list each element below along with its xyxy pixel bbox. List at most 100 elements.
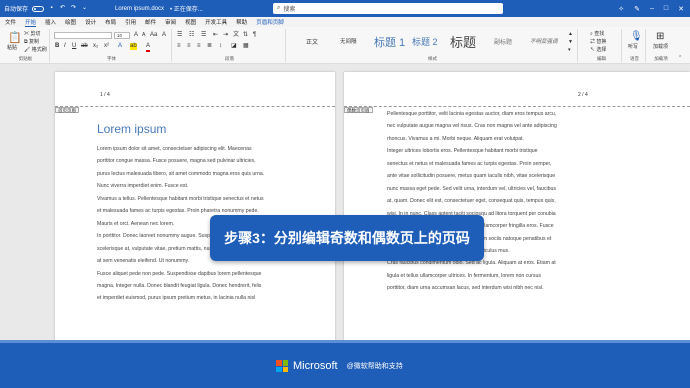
styles-scroll-up-icon[interactable]: ▲ — [568, 31, 573, 38]
save-icon[interactable]: ▪ — [48, 5, 55, 12]
line-spacing-icon[interactable]: ↕ — [219, 43, 222, 50]
tab-review[interactable]: 审阅 — [165, 18, 176, 26]
cut-button[interactable]: ✂ 剪切 — [24, 31, 40, 38]
addins-button-label[interactable]: 加载项 — [653, 44, 668, 51]
header-tag[interactable]: 首页页眉 — [55, 107, 79, 113]
paragraph-group: ☰ ☷ ☰ ⇤ ⇥ 文 ⇅ ¶ ≡ ≡ ≡ ≣ ↕ ◪ ▦ 段落 — [174, 29, 286, 62]
select-button[interactable]: ↖ 选择 — [590, 47, 606, 54]
styles-more-icon[interactable]: ▾ — [568, 47, 571, 54]
quick-access-toolbar: 自动保存 ▪ ↶ ↷ ⌄ — [0, 4, 105, 13]
microphone-icon[interactable]: 🎙 — [630, 31, 643, 42]
tab-layout[interactable]: 布局 — [105, 18, 116, 26]
select-icon: ↖ — [590, 47, 596, 53]
change-case-icon[interactable]: Aa — [150, 32, 157, 39]
autosave-toggle[interactable] — [32, 5, 45, 12]
style-title[interactable]: 标题 — [450, 32, 476, 51]
tab-view[interactable]: 视图 — [185, 18, 196, 26]
font-size-field[interactable]: 10 — [114, 32, 130, 39]
multilevel-list-icon[interactable]: ☰ — [201, 32, 206, 39]
tab-home[interactable]: 开始 — [25, 18, 37, 27]
header-tag[interactable]: 偶数页页眉 — [344, 107, 373, 113]
align-left-icon[interactable]: ≡ — [177, 43, 181, 50]
sort-icon[interactable]: ⇅ — [243, 32, 248, 39]
font-color-icon[interactable]: A — [146, 43, 151, 52]
tab-design[interactable]: 设计 — [85, 18, 96, 26]
page-number: 1 / 4 — [100, 92, 110, 98]
borders-icon[interactable]: ▦ — [243, 43, 249, 50]
text-line: Pellentesque porttitor, velit lacinia eg… — [387, 111, 557, 117]
voice-group-label: 语音 — [630, 56, 639, 61]
grow-font-icon[interactable]: A — [134, 32, 138, 39]
text-line: Vivamus a tellus. Pellentesque habitant … — [97, 195, 264, 202]
bold-icon[interactable]: B — [55, 43, 59, 50]
replace-icon: ⇄ — [590, 39, 596, 45]
clear-format-icon[interactable]: A — [162, 32, 166, 39]
find-button[interactable]: ⌕ 查找 — [590, 31, 604, 38]
page-left: 1 / 4 首页页眉 Lorem ipsum Lorem ipsum dolor… — [55, 72, 335, 340]
bullets-icon[interactable]: ☰ — [177, 32, 182, 39]
numbering-icon[interactable]: ☷ — [189, 32, 194, 39]
minimize-icon[interactable]: – — [650, 5, 654, 12]
text-line: senectus et netus et malesuada fames ac … — [387, 160, 552, 167]
decrease-indent-icon[interactable]: ⇤ — [213, 32, 218, 39]
addins-icon[interactable]: ⊞ — [656, 31, 664, 42]
collapse-ribbon-icon[interactable]: ⌃ — [678, 55, 682, 62]
redo-icon[interactable]: ↷ — [70, 5, 77, 12]
shrink-font-icon[interactable]: A — [142, 32, 145, 39]
text-line: Fusce aliquet pede non pede. Suspendisse… — [97, 270, 262, 277]
style-no-spacing[interactable]: 无间隔 — [340, 37, 357, 45]
paste-icon[interactable]: 📋 — [8, 32, 22, 44]
strikethrough-icon[interactable]: ab — [81, 43, 88, 50]
support-handle: @微软帮助和支持 — [346, 363, 403, 370]
tab-developer[interactable]: 开发工具 — [205, 18, 227, 26]
chinese-layout-icon[interactable]: 文 — [233, 32, 239, 39]
search-box[interactable]: ⌕ 搜索 — [273, 3, 503, 14]
style-heading1[interactable]: 标题 1 — [374, 34, 405, 50]
shading-icon[interactable]: ◪ — [231, 43, 237, 50]
logo-square-green — [282, 360, 288, 366]
lightbulb-icon[interactable]: ✧ — [618, 5, 624, 13]
ribbon: 📋 粘贴 ✂ 剪切 ⧉ 复制 🖌 格式刷 剪贴板 10 A A Aa A B I… — [0, 27, 690, 64]
italic-icon[interactable]: I — [64, 43, 66, 50]
subscript-icon[interactable]: x₂ — [93, 43, 98, 50]
style-subtitle[interactable]: 副标题 — [494, 37, 512, 46]
format-painter-button[interactable]: 🖌 格式刷 — [24, 47, 47, 54]
tab-insert[interactable]: 插入 — [45, 18, 56, 26]
dictate-label[interactable]: 听写 — [628, 44, 638, 51]
microsoft-branding: Microsoft @微软帮助和支持 — [276, 360, 403, 372]
styles-scroll-down-icon[interactable]: ▼ — [568, 39, 573, 46]
tab-header-footer[interactable]: 页眉和页脚 — [256, 18, 284, 26]
underline-icon[interactable]: U — [72, 43, 76, 50]
text-line: nunc massa eget pede. Sed velit urna, in… — [387, 185, 556, 192]
tab-file[interactable]: 文件 — [5, 18, 16, 26]
show-marks-icon[interactable]: ¶ — [253, 32, 256, 39]
style-normal[interactable]: 正文 — [306, 37, 318, 46]
superscript-icon[interactable]: x² — [104, 43, 109, 50]
maximize-icon[interactable]: □ — [664, 5, 668, 12]
tab-references[interactable]: 引用 — [125, 18, 136, 26]
style-heading2[interactable]: 标题 2 — [412, 35, 438, 48]
header-boundary — [55, 106, 335, 107]
more-icon[interactable]: ⌄ — [81, 5, 88, 12]
paste-label[interactable]: 粘贴 — [7, 45, 17, 52]
pen-icon[interactable]: ✎ — [634, 5, 640, 13]
text-line: et imperdiet euismod, purus ipsum pretiu… — [97, 295, 256, 302]
justify-icon[interactable]: ≣ — [207, 43, 212, 50]
font-name-field[interactable] — [54, 32, 112, 39]
copy-label: 复制 — [28, 39, 39, 45]
undo-icon[interactable]: ↶ — [59, 5, 66, 12]
style-subtle-emphasis[interactable]: 不明显强调 — [530, 37, 558, 45]
text-line: porttitor congue massa. Fusce posuere, m… — [97, 158, 256, 165]
text-effects-icon[interactable]: A — [118, 43, 122, 50]
increase-indent-icon[interactable]: ⇥ — [223, 32, 228, 39]
tab-mailings[interactable]: 邮件 — [145, 18, 156, 26]
copy-button[interactable]: ⧉ 复制 — [24, 39, 39, 46]
align-right-icon[interactable]: ≡ — [197, 43, 201, 50]
align-center-icon[interactable]: ≡ — [187, 43, 191, 50]
tab-draw[interactable]: 绘图 — [65, 18, 76, 26]
replace-button[interactable]: ⇄ 替换 — [590, 39, 606, 46]
highlight-icon[interactable]: ab — [130, 43, 137, 50]
close-icon[interactable]: ✕ — [678, 5, 684, 13]
document-heading: Lorem ipsum — [97, 122, 167, 136]
tab-help[interactable]: 帮助 — [236, 18, 247, 26]
